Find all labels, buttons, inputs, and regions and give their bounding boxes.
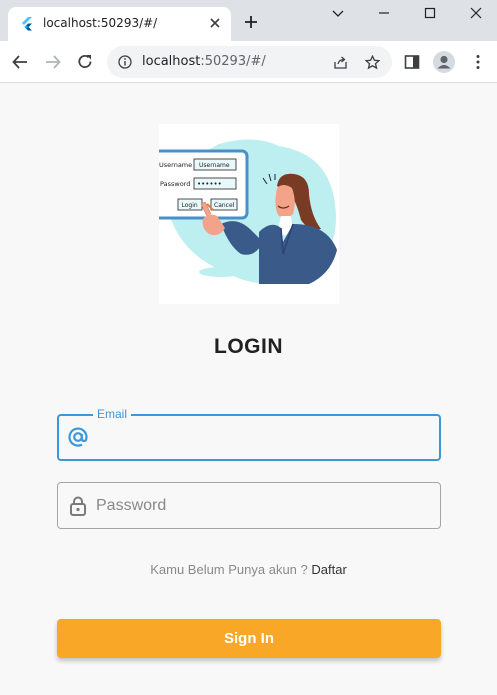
- window-close-icon[interactable]: [469, 6, 483, 20]
- maximize-icon[interactable]: [423, 6, 437, 20]
- page-title: LOGIN: [214, 335, 283, 358]
- url-host: localhost: [142, 54, 201, 69]
- chevron-down-icon[interactable]: [331, 6, 345, 20]
- browser-toolbar: localhost:50293/#/: [0, 41, 497, 83]
- illustration-login-button: Login: [182, 202, 198, 209]
- illustration-password-label: Password: [160, 180, 190, 188]
- forward-icon[interactable]: [44, 53, 62, 71]
- share-icon[interactable]: [333, 55, 348, 70]
- lock-icon: [70, 496, 86, 516]
- url-text: localhost:50293/#/: [142, 54, 266, 69]
- browser-tab[interactable]: localhost:50293/#/: [8, 7, 231, 41]
- tab-title: localhost:50293/#/: [43, 16, 158, 30]
- password-field[interactable]: [57, 482, 441, 529]
- illustration-username-label: Username: [159, 161, 192, 169]
- url-path: :50293/#/: [200, 54, 266, 69]
- sign-in-button[interactable]: Sign In: [57, 619, 441, 658]
- info-icon[interactable]: [118, 55, 132, 69]
- flutter-icon: [22, 17, 32, 31]
- password-input[interactable]: [96, 483, 426, 528]
- signup-prompt: Kamu Belum Punya akun ?: [150, 562, 312, 577]
- address-bar[interactable]: localhost:50293/#/: [107, 46, 392, 78]
- at-icon: [68, 427, 88, 447]
- login-illustration: Username Username Password •••••• Login …: [153, 124, 339, 304]
- profile-icon[interactable]: [433, 51, 455, 73]
- signup-row: Kamu Belum Punya akun ? Daftar: [0, 562, 497, 577]
- tab-strip: localhost:50293/#/: [0, 0, 497, 41]
- back-icon[interactable]: [11, 53, 29, 71]
- minimize-icon[interactable]: [377, 6, 391, 20]
- close-icon[interactable]: [209, 17, 221, 29]
- reload-icon[interactable]: [76, 53, 94, 71]
- illustration-password-value: ••••••: [197, 180, 222, 188]
- side-panel-icon[interactable]: [403, 53, 421, 71]
- signup-link[interactable]: Daftar: [311, 562, 346, 577]
- new-tab-icon[interactable]: [244, 15, 258, 29]
- menu-icon[interactable]: [469, 53, 487, 71]
- email-field[interactable]: Email: [57, 407, 441, 461]
- illustration-username-value: Username: [199, 162, 230, 169]
- illustration-cancel-button: Cancel: [214, 202, 235, 209]
- email-input[interactable]: [97, 416, 427, 459]
- star-icon[interactable]: [365, 55, 380, 70]
